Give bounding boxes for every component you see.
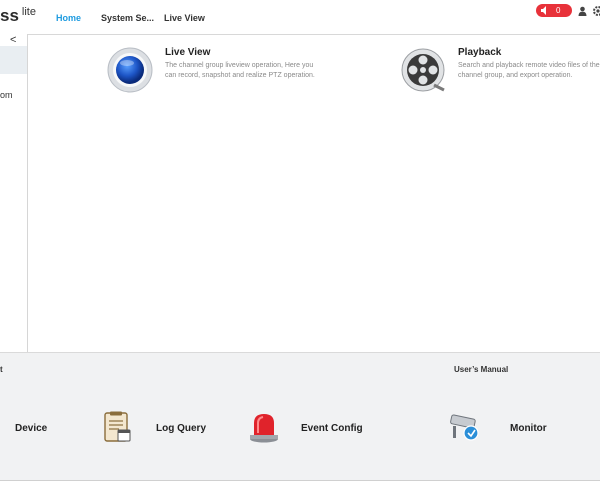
module-title: Live View <box>165 47 211 58</box>
alarm-badge[interactable]: 0 <box>536 4 572 17</box>
sidebar: < om <box>0 34 28 352</box>
gear-icon[interactable] <box>592 5 600 17</box>
tools-panel: t User’s Manual Device Log Query Event C… <box>0 352 600 481</box>
user-manual-link[interactable]: User’s Manual <box>454 365 508 374</box>
app-logo: ss lite <box>0 6 36 26</box>
collapse-sidebar-button[interactable]: < <box>10 34 16 46</box>
user-icon[interactable] <box>578 6 587 16</box>
live-view-icon <box>107 47 153 93</box>
tool-label: Log Query <box>156 423 207 434</box>
alarm-count: 0 <box>556 6 561 15</box>
alarm-light-icon <box>250 414 278 443</box>
module-description: The channel group liveview operation, He… <box>165 62 315 79</box>
section-heading-partial: t <box>0 365 3 374</box>
tab-system-settings[interactable]: System Se... <box>101 13 154 23</box>
tool-label: Event Config <box>301 423 363 434</box>
tool-label: Monitor <box>510 423 547 434</box>
log-icon <box>104 411 131 442</box>
tool-label: Device <box>15 423 48 434</box>
brand-suffix: lite <box>21 6 36 18</box>
tab-live-view[interactable]: Live View <box>164 13 205 23</box>
sidebar-item-partial[interactable]: om <box>0 90 13 100</box>
top-bar: ss lite Home System Se... Live View 0 <box>0 0 600 35</box>
module-title: Playback <box>458 47 502 58</box>
film-reel-icon <box>401 48 445 92</box>
tab-home[interactable]: Home <box>56 13 81 23</box>
module-description: Search and playback remote video files o… <box>458 62 600 79</box>
speaker-icon <box>541 6 546 15</box>
sidebar-selected-item[interactable] <box>0 46 27 74</box>
camera-icon <box>450 414 479 441</box>
brand-name: ss <box>0 6 19 25</box>
module-live-view[interactable]: Live View The channel group liveview ope… <box>107 47 337 97</box>
module-playback[interactable]: Playback Search and playback remote vide… <box>400 47 600 97</box>
